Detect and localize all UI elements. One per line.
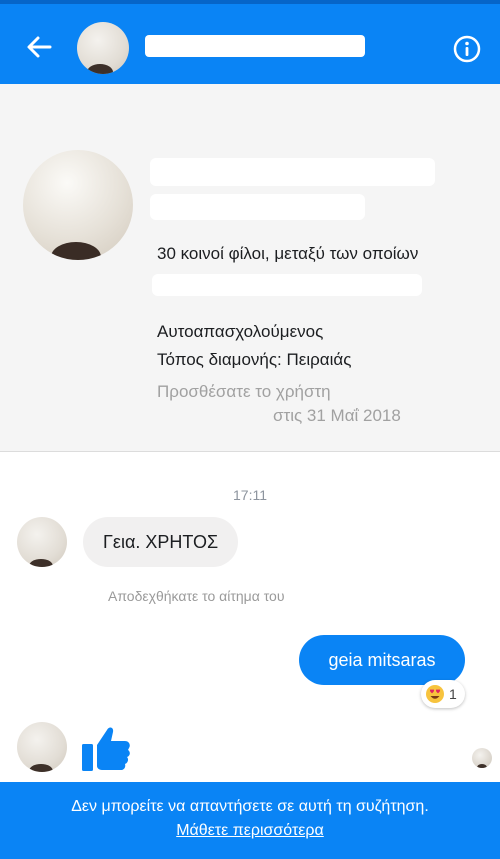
- seen-receipt-avatar: [472, 748, 492, 768]
- mutual-friends-names-redacted: [152, 274, 422, 296]
- profile-name-redacted-line-1: [150, 158, 435, 186]
- contact-avatar[interactable]: [77, 22, 129, 74]
- mutual-friends-text: 30 κοινοί φίλοι, μεταξύ των οποίων: [157, 244, 419, 263]
- added-name-redacted-2: [157, 408, 252, 428]
- conversation-header: [0, 0, 500, 84]
- added-name-redacted: [340, 380, 435, 402]
- system-message-name-redacted: [330, 586, 410, 604]
- profile-card: 30 κοινοί φίλοι, μεταξύ των οποίων Αυτοα…: [0, 84, 500, 452]
- message-timestamp: 17:11: [233, 487, 267, 503]
- sender-avatar-2[interactable]: [17, 722, 67, 772]
- reply-disabled-footer: Δεν μπορείτε να απαντήσετε σε αυτή τη συ…: [0, 782, 500, 859]
- reply-disabled-notice: Δεν μπορείτε να απαντήσετε σε αυτή τη συ…: [71, 798, 429, 815]
- thumbs-up-icon[interactable]: [80, 722, 132, 774]
- system-message-name-redacted-2: [205, 612, 295, 624]
- system-message: Αποδεχθήκατε το αίτημα του: [108, 588, 285, 604]
- residence-text: Τόπος διαμονής: Πειραιάς: [157, 350, 352, 369]
- sender-avatar[interactable]: [17, 517, 67, 567]
- profile-name-redacted-line-2: [150, 194, 365, 220]
- message-reaction[interactable]: 1: [421, 680, 465, 708]
- added-date-text-line-1: Προσθέσατε το χρήστη: [157, 382, 331, 401]
- learn-more-link[interactable]: Μάθετε περισσότερα: [0, 822, 500, 840]
- reaction-count: 1: [449, 686, 457, 702]
- incoming-message-bubble[interactable]: Γεια. ΧΡΗΤΟΣ: [83, 517, 239, 567]
- heart-eyes-emoji-icon: [426, 685, 444, 703]
- profile-avatar[interactable]: [23, 150, 133, 260]
- info-icon[interactable]: [452, 34, 482, 64]
- added-date-text-line-2: στις 31 Μαΐ 2018: [273, 406, 401, 425]
- contact-name-redacted[interactable]: [145, 35, 365, 57]
- back-arrow-icon[interactable]: [22, 30, 56, 64]
- occupation-text: Αυτοαπασχολούμενος: [157, 322, 324, 341]
- outgoing-message-bubble[interactable]: geia mitsaras: [299, 635, 465, 685]
